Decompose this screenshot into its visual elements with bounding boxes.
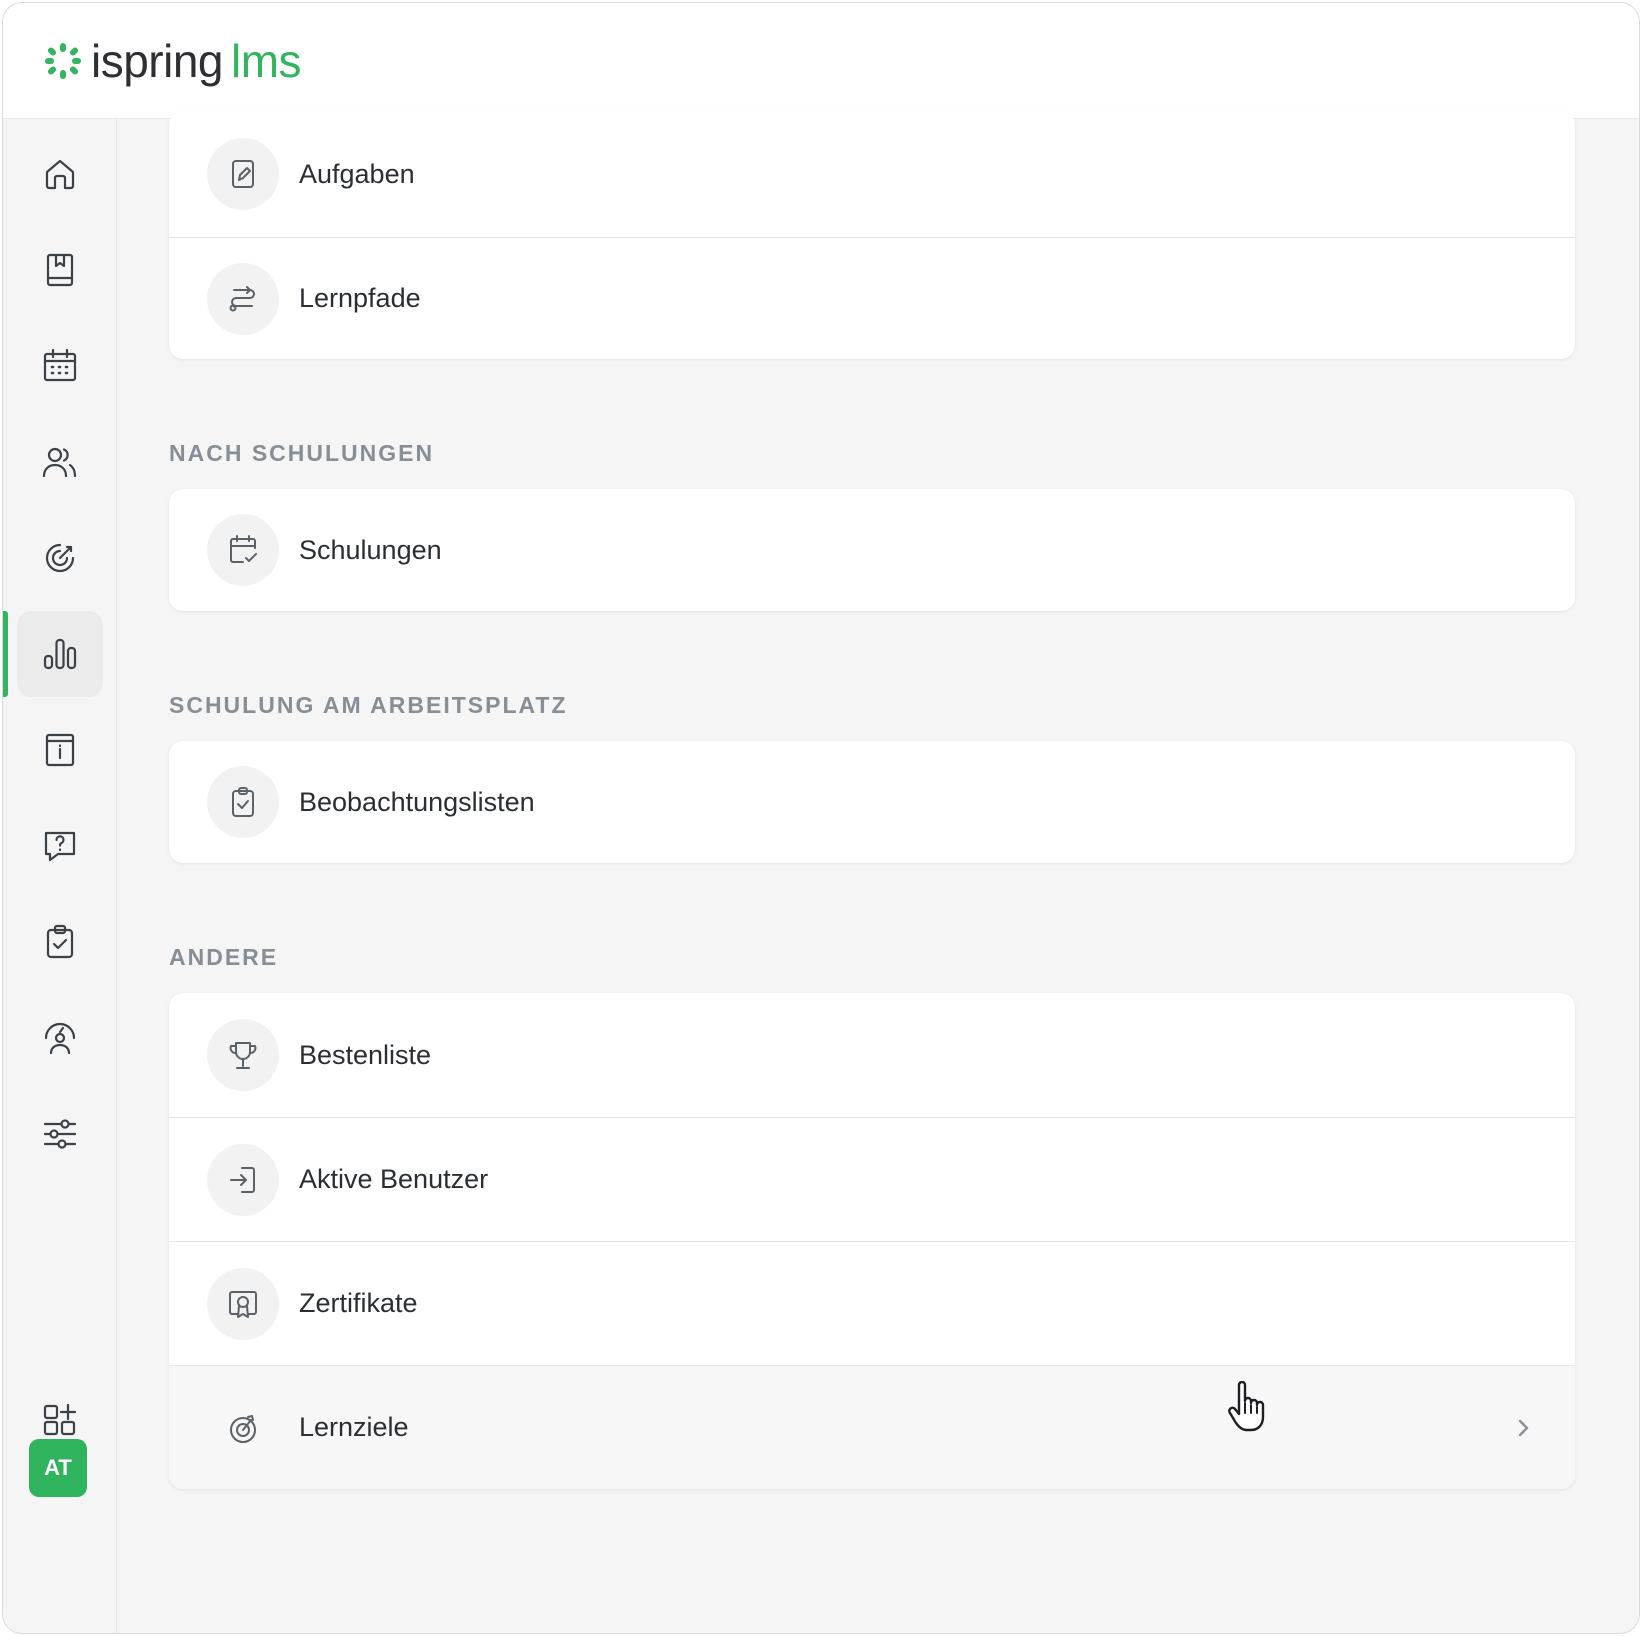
row-label: Bestenliste [299,1039,432,1070]
sidebar-item-goals[interactable] [17,515,103,601]
sidebar: AT [3,119,117,1633]
certificate-icon [229,1290,257,1318]
sidebar-item-reports[interactable] [17,611,103,697]
bar-chart-icon [43,638,77,670]
home-icon [45,159,75,190]
users-icon [42,447,77,478]
report-row-zertifikate[interactable]: Zertifikate [169,1241,1575,1365]
row-label: Lernpfade [299,283,421,313]
info-card-icon [45,733,75,767]
trophy-icon [229,1042,257,1069]
edit-document-icon [232,160,254,188]
calendar-icon [43,348,77,382]
goal-icon [230,1414,256,1443]
login-icon [230,1166,255,1193]
reports-card-workplace: Beobachtungslisten [169,741,1575,863]
row-icon-wrap [207,514,279,586]
logo-part-ispring: ispring [91,34,224,87]
user-gauge-icon [44,1022,76,1055]
row-label: Zertifikate [299,1288,418,1318]
book-icon [46,253,74,287]
main-content: Aufgaben Lernpfade NACH SCHULUNGEN Schul… [117,111,1639,1633]
report-row-aufgaben[interactable]: Aufgaben [169,111,1575,237]
top-bar: ispring lms [3,3,1639,119]
sidebar-item-courses[interactable] [17,227,103,313]
sidebar-item-help[interactable] [17,803,103,889]
reports-card-trainings: Schulungen [169,489,1575,611]
sidebar-item-home[interactable] [17,131,103,217]
row-icon-wrap [207,1267,279,1340]
sidebar-item-users[interactable] [17,419,103,505]
report-row-aktive-benutzer[interactable]: Aktive Benutzer [169,1117,1575,1241]
report-row-beobachtungslisten[interactable]: Beobachtungslisten [169,741,1575,863]
row-label: Lernziele [299,1412,409,1442]
sidebar-item-info[interactable] [17,707,103,793]
user-avatar[interactable]: AT [29,1439,87,1497]
row-icon-wrap [207,1392,279,1464]
sidebar-item-performance[interactable] [17,995,103,1081]
hand-cursor-icon [1228,1381,1265,1432]
reports-card-courses: Aufgaben Lernpfade [169,111,1575,359]
question-chat-icon [44,831,76,862]
section-title-andere: ANDERE [169,944,279,970]
sidebar-item-calendar[interactable] [17,323,103,409]
row-icon-wrap [207,138,279,210]
reports-card-other: Bestenliste Aktive Benutzer Zertifikate … [169,993,1575,1489]
report-row-bestenliste[interactable]: Bestenliste [169,993,1575,1117]
active-indicator [3,611,8,697]
sidebar-item-checklists[interactable] [17,899,103,985]
row-icon-wrap [207,1019,279,1091]
row-icon-wrap [207,766,279,838]
clipboard-check-icon [232,787,254,817]
row-icon-wrap [207,262,279,335]
clipboard-check-icon [46,924,74,959]
report-row-lernpfade[interactable]: Lernpfade [169,237,1575,359]
sidebar-item-settings[interactable] [17,1091,103,1177]
logo-wordmark: ispring lms [91,34,302,87]
section-title-nach-schulungen: NACH SCHULUNGEN [169,440,435,466]
route-icon [229,285,255,311]
row-label: Aktive Benutzer [299,1164,489,1194]
logo-part-lms: lms [231,34,302,87]
row-label: Schulungen [299,534,442,565]
row-icon-wrap [207,1143,279,1216]
section-title-schulung-am-arbeitsplatz: SCHULUNG AM ARBEITSPLATZ [169,692,568,718]
row-label: Aufgaben [299,158,415,189]
chevron-right-icon [1511,1416,1535,1440]
ispring-logo-icon [45,42,81,79]
ispring-lms-logo[interactable]: ispring lms [43,34,302,87]
sliders-icon [43,1119,77,1149]
calendar-check-icon [230,535,257,563]
report-row-schulungen[interactable]: Schulungen [169,489,1575,611]
apps-add-icon [43,1403,77,1436]
target-icon [45,543,75,573]
row-label: Beobachtungslisten [299,786,535,817]
report-row-lernziele[interactable]: Lernziele [169,1365,1575,1489]
app-window: ispring lms AT Aufgaben Lernpfade NACH S… [2,2,1640,1634]
